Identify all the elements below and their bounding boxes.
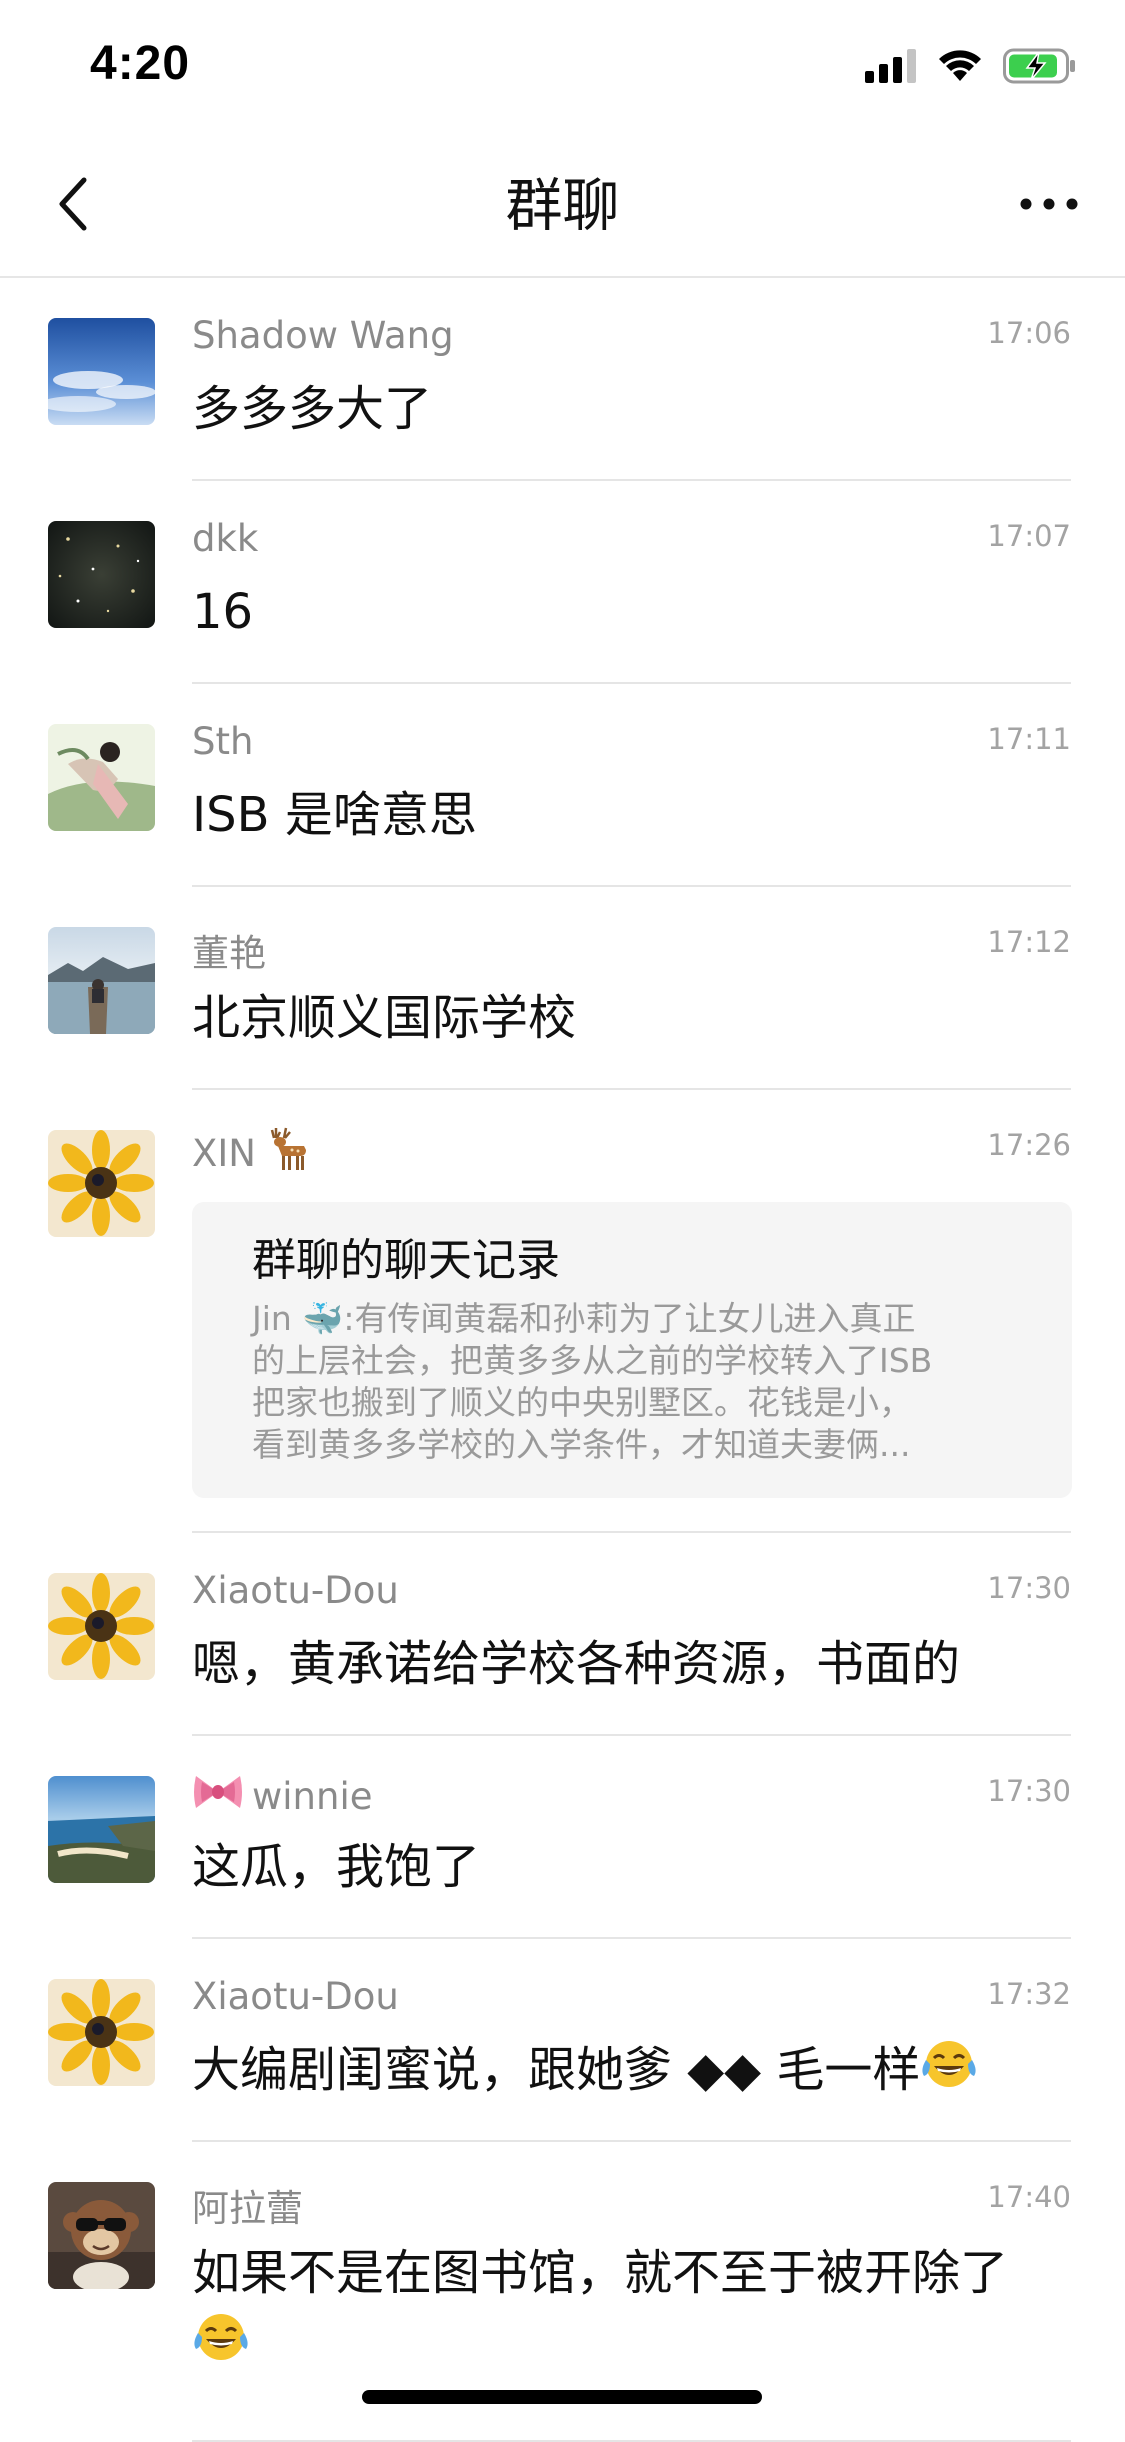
message-text: 多多多大了 — [192, 381, 433, 437]
avatar[interactable] — [48, 724, 155, 831]
ribbon-emoji — [192, 1772, 244, 1821]
sender-name: Xiaotu-Dou — [192, 1975, 399, 2018]
tears-of-joy-emoji — [192, 2311, 250, 2382]
avatar[interactable] — [48, 1130, 155, 1237]
message-time: 17:11 — [987, 722, 1071, 756]
status-bar: 4:20 — [0, 0, 1125, 132]
list-item[interactable]: winnie 17:30 这瓜，我饱了 — [0, 1736, 1125, 1939]
tears-of-joy-emoji — [920, 2038, 978, 2109]
more-button[interactable] — [1009, 172, 1089, 236]
message-time: 17:30 — [987, 1571, 1071, 1605]
card-body: Jin 🐳:有传闻黄磊和孙莉为了让女儿进入真正 的上层社会，把黄多多从之前的学校… — [252, 1298, 1012, 1466]
card-title: 群聊的聊天记录 — [252, 1235, 560, 1286]
message-text: 16 — [192, 584, 254, 640]
page-title: 群聊 — [505, 173, 620, 239]
list-item[interactable]: XIN 17:26 群聊的聊天记录 Jin 🐳:有传闻黄磊和孙莉为了让女儿进入真… — [0, 1090, 1125, 1533]
avatar[interactable] — [48, 2182, 155, 2289]
message-time: 17:32 — [987, 1977, 1071, 2011]
card-body-line: 把家也搬到了顺义的中央别墅区。花钱是小， — [252, 1383, 912, 1422]
message-text-line: 如果不是在图书馆，就不至于被开除了 — [192, 2245, 1009, 2301]
avatar[interactable] — [48, 521, 155, 628]
list-item[interactable]: Sth 17:11 ISB 是啥意思 — [0, 684, 1125, 887]
nav-bar: 群聊 — [0, 132, 1125, 278]
message-text: 这瓜，我饱了 — [192, 1839, 481, 1895]
message-text: ISB 是啥意思 — [192, 787, 477, 843]
message-text: 北京顺义国际学校 — [192, 990, 577, 1046]
message-time: 17:06 — [987, 316, 1071, 350]
avatar[interactable] — [48, 1776, 155, 1883]
avatar[interactable] — [48, 1573, 155, 1680]
list-item[interactable]: Xiaotu-Dou 17:32 大编剧闺蜜说，跟她爹 ◆◆ 毛一样 — [0, 1939, 1125, 2142]
sender-name: Shadow Wang — [192, 314, 454, 357]
status-time: 4:20 — [90, 37, 191, 90]
avatar[interactable] — [48, 318, 155, 425]
message-text-line — [192, 2308, 1072, 2382]
message-text: 如果不是在图书馆，就不至于被开除了 — [192, 2238, 1072, 2382]
sender-name: dkk — [192, 517, 259, 560]
home-indicator[interactable] — [362, 2390, 762, 2404]
card-body-line: 看到黄多多学校的入学条件，才知道夫妻俩... — [252, 1425, 911, 1464]
card-body-line: 的上层社会，把黄多多从之前的学校转入了ISB — [252, 1341, 933, 1380]
sender-name: 董艳 — [192, 932, 266, 975]
message-text: 大编剧闺蜜说，跟她爹 ◆◆ 毛一样 — [192, 2035, 1072, 2109]
message-time: 17:12 — [987, 925, 1071, 959]
sender-name: winnie — [192, 1772, 373, 1821]
sender-name: Sth — [192, 720, 254, 763]
list-item[interactable]: Xiaotu-Dou 17:30 嗯，黄承诺给学校各种资源，书面的 — [0, 1533, 1125, 1736]
avatar[interactable] — [48, 1979, 155, 2086]
avatar[interactable] — [48, 927, 155, 1034]
ellipsis-icon — [1020, 198, 1078, 210]
message-time: 17:40 — [987, 2180, 1071, 2214]
sender-name: XIN — [192, 1126, 310, 1181]
sender-name: Xiaotu-Dou — [192, 1569, 399, 1612]
chat-history-card[interactable]: 群聊的聊天记录 Jin 🐳:有传闻黄磊和孙莉为了让女儿进入真正 的上层社会，把黄… — [192, 1202, 1072, 1498]
battery-charging-icon — [1003, 48, 1077, 88]
list-item[interactable]: Shadow Wang 17:06 多多多大了 — [0, 278, 1125, 481]
message-time: 17:30 — [987, 1774, 1071, 1808]
wifi-icon — [937, 49, 983, 87]
list-item[interactable]: 董艳 17:12 北京顺义国际学校 — [0, 887, 1125, 1090]
message-text: 嗯，黄承诺给学校各种资源，书面的 — [192, 1636, 961, 1692]
deer-emoji — [264, 1126, 310, 1181]
message-list: Shadow Wang 17:06 多多多大了 dkk 17:07 16 Sth… — [0, 278, 1125, 2442]
list-item[interactable]: dkk 17:07 16 — [0, 481, 1125, 684]
card-body-line: Jin 🐳:有传闻黄磊和孙莉为了让女儿进入真正 — [252, 1299, 916, 1338]
status-icons — [865, 48, 1077, 88]
message-text-content: 大编剧闺蜜说，跟她爹 ◆◆ 毛一样 — [192, 2042, 921, 2098]
message-time: 17:07 — [987, 519, 1071, 553]
message-time: 17:26 — [987, 1128, 1071, 1162]
sender-name: 阿拉蕾 — [192, 2187, 303, 2230]
signal-icon — [865, 49, 917, 87]
